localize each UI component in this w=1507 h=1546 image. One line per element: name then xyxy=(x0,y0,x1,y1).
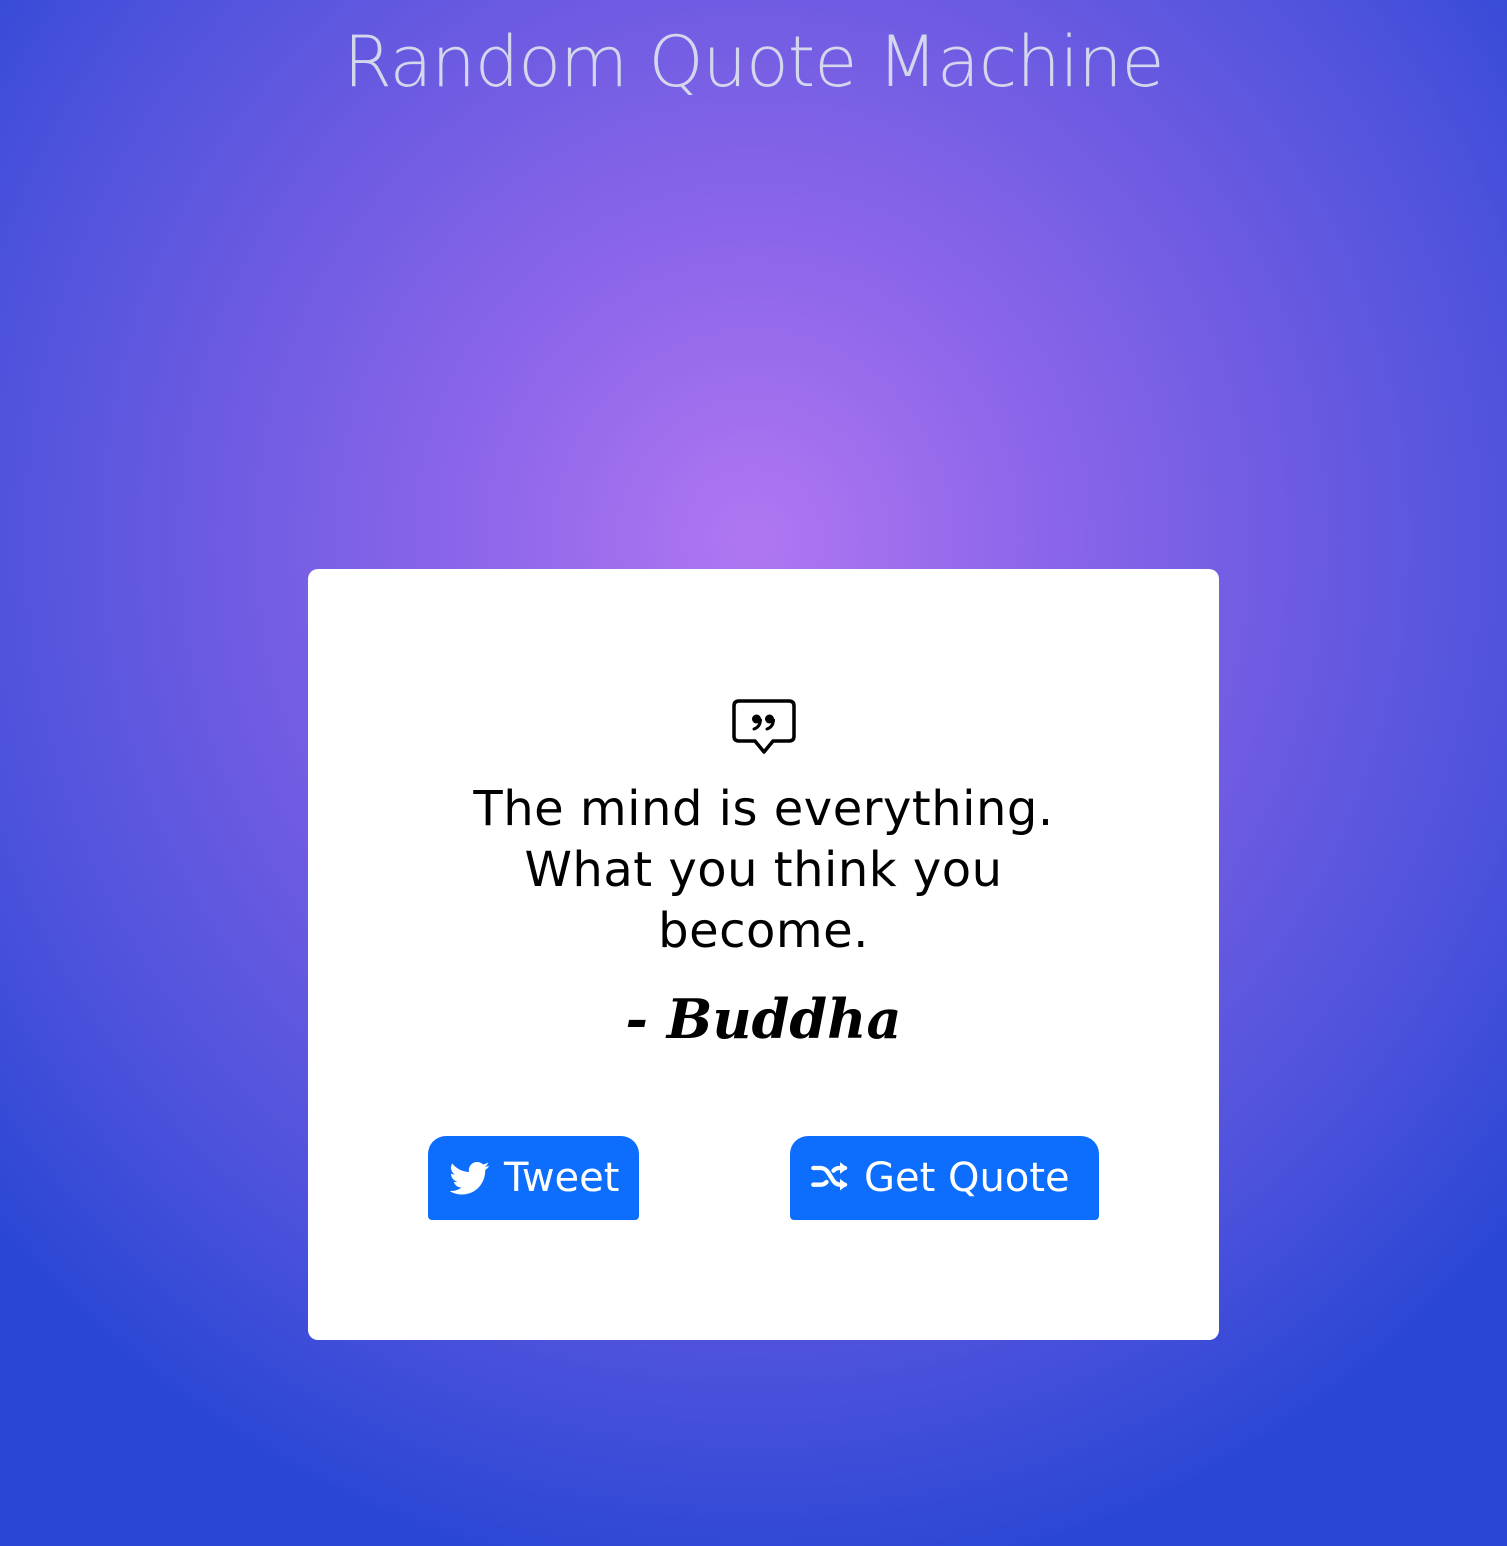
get-quote-label: Get Quote xyxy=(864,1155,1070,1201)
app-title: Random Quote Machine xyxy=(343,21,1164,103)
quote-text: The mind is everything. What you think y… xyxy=(473,781,1054,959)
tweet-label: Tweet xyxy=(504,1155,620,1201)
get-quote-button[interactable]: Get Quote xyxy=(790,1136,1099,1220)
shuffle-icon xyxy=(811,1162,848,1191)
quote-bubble-icon xyxy=(732,699,796,754)
quote-author: - Buddha xyxy=(625,987,902,1051)
tweet-button[interactable]: Tweet xyxy=(428,1136,639,1220)
quote-card: The mind is everything. What you think y… xyxy=(308,569,1219,1340)
twitter-icon xyxy=(450,1162,490,1195)
